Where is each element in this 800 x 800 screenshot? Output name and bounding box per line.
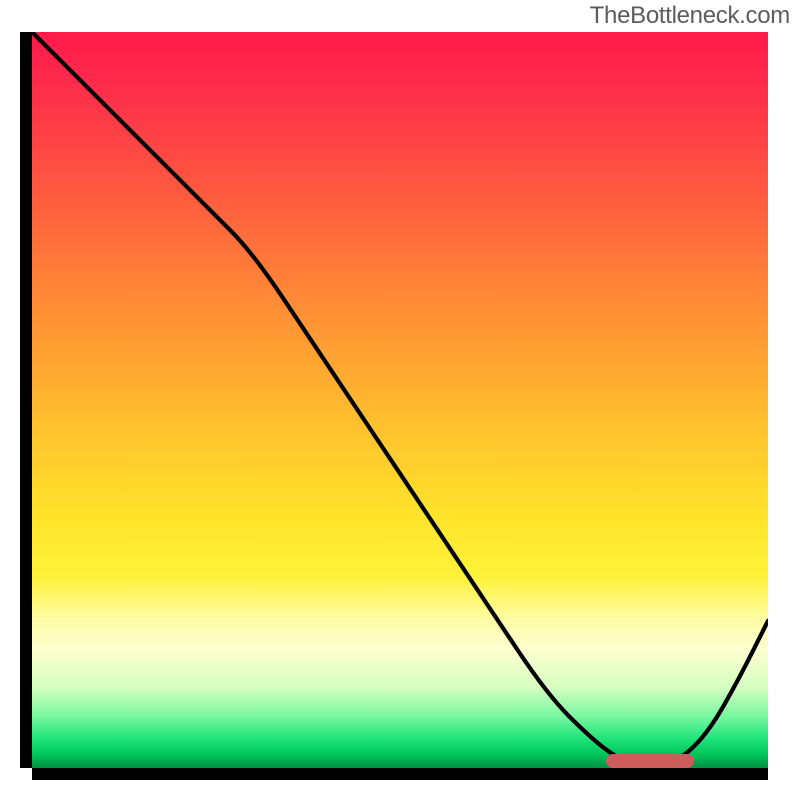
optimum-marker — [606, 754, 694, 768]
y-axis — [20, 32, 32, 768]
chart-container: TheBottleneck.com — [0, 0, 800, 800]
bottleneck-curve-path — [32, 32, 768, 766]
curve-svg — [32, 32, 768, 768]
x-axis — [32, 768, 768, 780]
attribution-text: TheBottleneck.com — [590, 2, 790, 30]
